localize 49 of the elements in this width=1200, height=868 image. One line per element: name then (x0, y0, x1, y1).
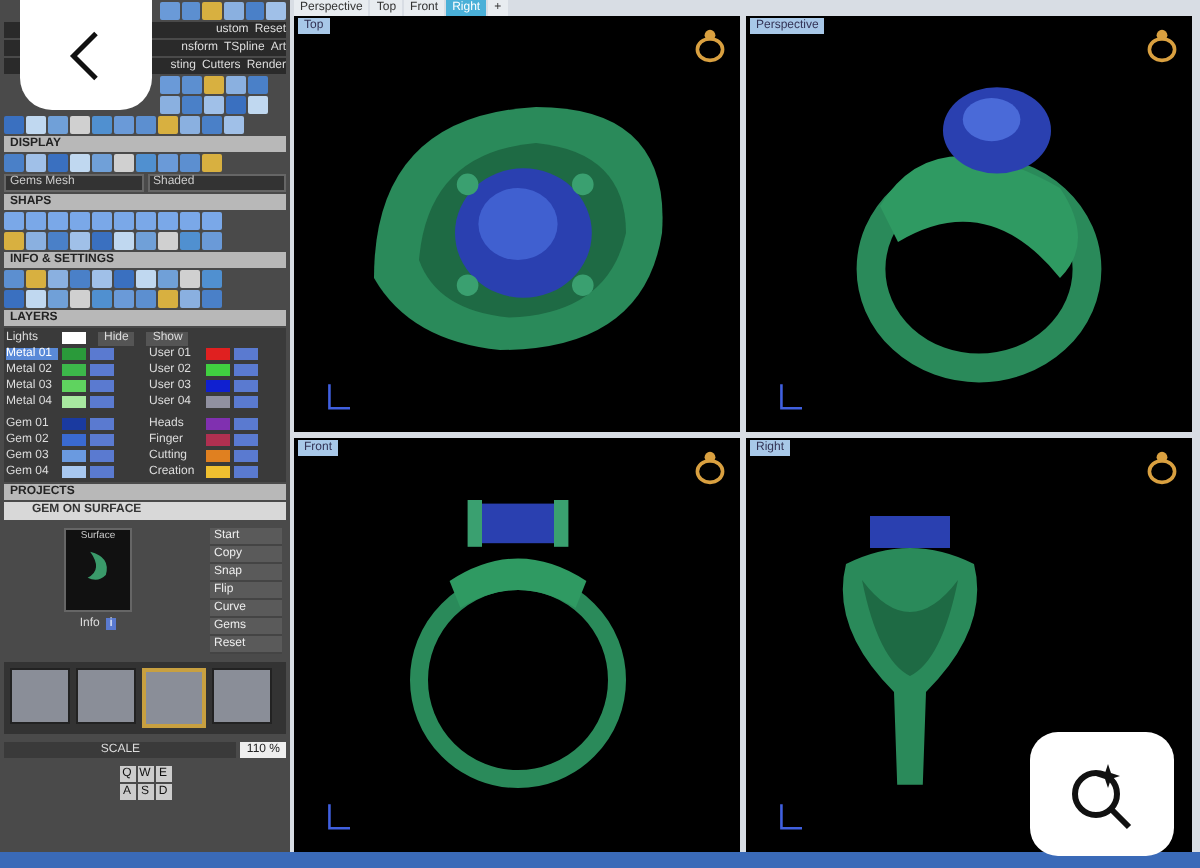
layer-color-swatch[interactable] (62, 434, 86, 446)
visibility-toggle[interactable] (90, 348, 114, 360)
visibility-toggle[interactable] (233, 466, 257, 478)
layer-color-swatch[interactable] (62, 450, 86, 462)
visibility-toggle[interactable] (90, 364, 114, 376)
back-button[interactable] (20, 0, 152, 110)
light-swatch[interactable] (62, 332, 86, 344)
visibility-toggle[interactable] (233, 396, 257, 408)
visibility-toggle[interactable] (90, 434, 114, 446)
layer-color-swatch[interactable] (62, 364, 86, 376)
ring-icon (1144, 449, 1180, 485)
layer-color-swatch[interactable] (205, 466, 229, 478)
layer-color-swatch[interactable] (205, 450, 229, 462)
axis-icon (326, 383, 350, 411)
ring-icon (692, 28, 728, 64)
gem-thumbnail[interactable] (10, 668, 70, 724)
ring-icon (1144, 28, 1180, 64)
axis-icon (778, 383, 802, 411)
visibility-toggle[interactable] (90, 450, 114, 462)
visibility-toggle[interactable] (233, 434, 257, 446)
tool-icon[interactable] (266, 2, 287, 20)
layer-color-swatch[interactable] (205, 418, 229, 430)
visibility-toggle[interactable] (90, 380, 114, 392)
visibility-toggle[interactable] (233, 380, 257, 392)
layer-color-swatch[interactable] (205, 396, 229, 408)
axis-icon (326, 804, 350, 832)
layer-color-swatch[interactable] (205, 380, 229, 392)
layer-color-swatch[interactable] (62, 380, 86, 392)
layer-color-swatch[interactable] (62, 396, 86, 408)
gem-thumbnail[interactable] (142, 668, 206, 728)
ring-icon (692, 449, 728, 485)
layer-color-swatch[interactable] (62, 348, 86, 360)
layer-color-swatch[interactable] (205, 364, 229, 376)
tool-icon[interactable] (202, 2, 223, 20)
axis-icon (778, 804, 802, 832)
visibility-toggle[interactable] (233, 348, 257, 360)
visibility-toggle[interactable] (233, 364, 257, 376)
gem-thumbnail[interactable] (212, 668, 272, 724)
visibility-toggle[interactable] (233, 450, 257, 462)
visibility-toggle[interactable] (90, 466, 114, 478)
visibility-toggle[interactable] (233, 418, 257, 430)
layer-color-swatch[interactable] (205, 348, 229, 360)
gem-thumbnail[interactable] (76, 668, 136, 724)
layer-color-swatch[interactable] (62, 418, 86, 430)
layer-color-swatch[interactable] (205, 434, 229, 446)
visibility-toggle[interactable] (90, 418, 114, 430)
layer-color-swatch[interactable] (62, 466, 86, 478)
search-button[interactable] (1030, 732, 1174, 856)
visibility-toggle[interactable] (90, 396, 114, 408)
